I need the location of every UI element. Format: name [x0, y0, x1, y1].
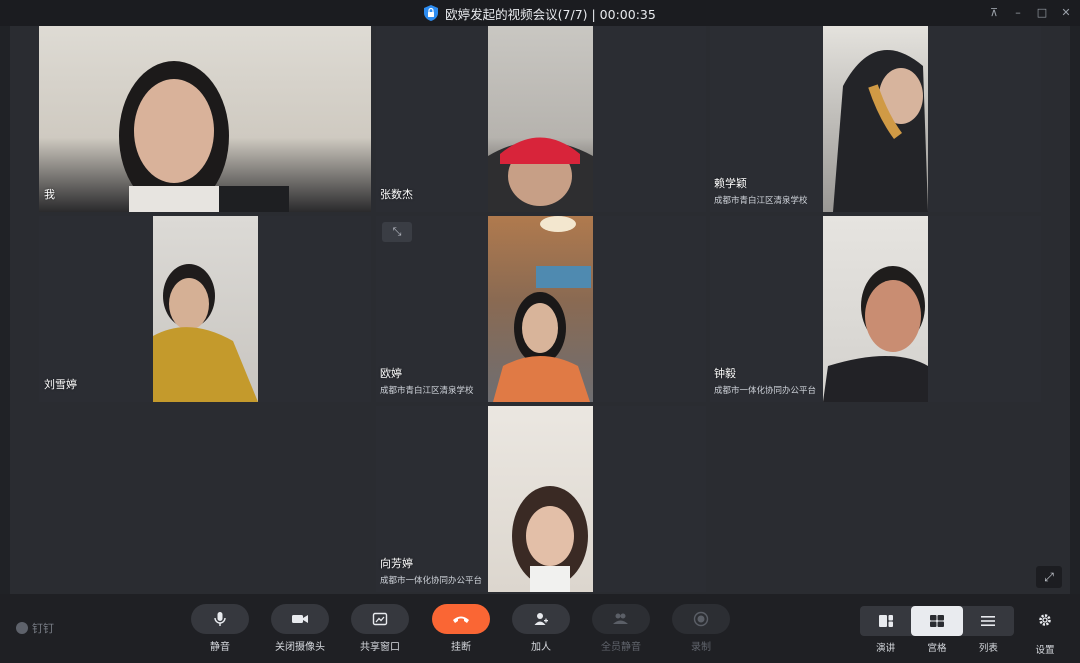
gear-icon [1039, 614, 1051, 626]
close-icon[interactable]: ✕ [1060, 7, 1072, 19]
layout-grid-button[interactable] [911, 606, 963, 636]
hang-up-icon [432, 604, 490, 634]
mute-all-label: 全员静音 [601, 642, 641, 653]
minimize-icon[interactable]: – [1012, 7, 1024, 19]
participant-tile[interactable]: 向芳婷 成都市一体化协同办公平台 [376, 406, 706, 592]
record-label: 录制 [691, 642, 711, 653]
hang-up-button[interactable]: 挂断 [421, 604, 501, 653]
add-person-label: 加人 [531, 642, 551, 653]
share-screen-icon [351, 604, 409, 634]
window-title: 欧婷发起的视频会议(7/7) | 00:00:35 [445, 6, 656, 22]
speaker-layout-icon [878, 615, 893, 627]
participant-tile[interactable]: 张数杰 [376, 26, 706, 212]
settings-label: 设置 [1035, 645, 1055, 656]
layout-switcher [860, 606, 1014, 636]
meeting-toolbar: 钉钉 静音 关闭摄像头 共享窗口 挂断 加人 全员静音 录制 演讲 宫格 列表 … [0, 594, 1080, 663]
add-person-button[interactable]: 加人 [501, 604, 581, 653]
participant-org: 成都市青白江区清泉学校 [714, 196, 808, 206]
microphone-icon [191, 604, 249, 634]
title-bar: 欧婷发起的视频会议(7/7) | 00:00:35 ⊼ – □ ✕ [0, 0, 1080, 26]
participant-name: 钟毅 [714, 367, 736, 380]
video-grid: 我 张数杰 赖学颖 成都市青白江区清泉学校 刘雪婷 ⤡ 欧婷 成都市青白江区清泉… [10, 26, 1070, 594]
settings-button[interactable]: 设置 [1030, 612, 1060, 656]
participant-name: 赖学颖 [714, 177, 747, 190]
grid-layout-icon [929, 615, 944, 627]
mute-button[interactable]: 静音 [180, 604, 260, 653]
layout-speaker-label: 演讲 [876, 643, 896, 654]
participant-video [488, 26, 593, 212]
participant-video [823, 216, 928, 402]
participant-name: 欧婷 [380, 367, 402, 380]
mute-all-button[interactable]: 全员静音 [581, 604, 661, 653]
participant-tile[interactable]: 赖学颖 成都市青白江区清泉学校 [710, 26, 1041, 212]
mute-all-icon [592, 604, 650, 634]
share-window-label: 共享窗口 [360, 642, 400, 653]
add-person-icon [512, 604, 570, 634]
participant-name: 我 [44, 188, 55, 201]
participant-name: 刘雪婷 [44, 378, 77, 391]
fullscreen-icon[interactable]: ⤢ [1036, 566, 1062, 588]
mute-label: 静音 [210, 642, 230, 653]
maximize-icon[interactable]: □ [1036, 7, 1048, 19]
window-controls: ⊼ – □ ✕ [988, 0, 1072, 26]
record-icon [672, 604, 730, 634]
participant-name: 向芳婷 [380, 557, 413, 570]
participant-video [153, 216, 258, 402]
participant-tile[interactable]: 我 [39, 26, 371, 212]
participant-video [823, 26, 928, 212]
layout-grid-label: 宫格 [927, 643, 947, 654]
layout-labels: 演讲 宫格 列表 [860, 640, 1014, 654]
expand-icon[interactable]: ⤡ [382, 222, 412, 242]
participant-org: 成都市青白江区清泉学校 [380, 386, 474, 396]
participant-video [488, 216, 593, 402]
brand-logo: 钉钉 [16, 620, 54, 636]
participant-tile[interactable]: ⤡ 欧婷 成都市青白江区清泉学校 [376, 216, 706, 402]
pin-icon[interactable]: ⊼ [988, 7, 1000, 19]
layout-list-button[interactable] [963, 606, 1014, 636]
hang-up-label: 挂断 [451, 642, 471, 653]
brand-name: 钉钉 [32, 622, 54, 635]
dingtalk-logo-icon [16, 622, 28, 634]
participant-tile[interactable]: 钟毅 成都市一体化协同办公平台 [710, 216, 1041, 402]
list-layout-icon [981, 616, 996, 626]
participant-org: 成都市一体化协同办公平台 [380, 576, 483, 586]
participant-video [39, 26, 371, 212]
camera-off-label: 关闭摄像头 [275, 642, 325, 653]
record-button[interactable]: 录制 [661, 604, 741, 653]
participant-name: 张数杰 [380, 188, 413, 201]
participant-tile[interactable]: 刘雪婷 [39, 216, 371, 402]
participant-org: 成都市一体化协同办公平台 [714, 386, 817, 396]
participant-video [488, 406, 593, 592]
share-window-button[interactable]: 共享窗口 [340, 604, 420, 653]
layout-list-label: 列表 [978, 643, 998, 654]
shield-lock-icon [424, 5, 439, 21]
layout-speaker-button[interactable] [860, 606, 911, 636]
camera-off-button[interactable]: 关闭摄像头 [260, 604, 340, 653]
camera-icon [271, 604, 329, 634]
